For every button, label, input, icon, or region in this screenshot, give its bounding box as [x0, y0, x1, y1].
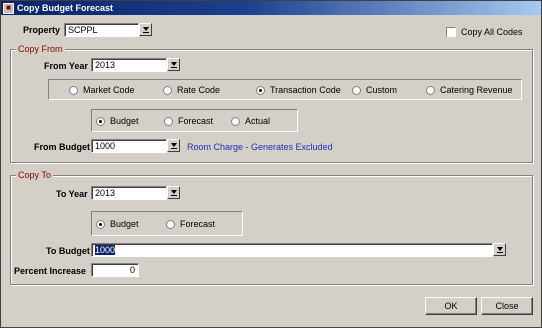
radio-dot[interactable]	[256, 85, 265, 95]
ok-button[interactable]: OK	[425, 297, 477, 315]
radio-dot[interactable]	[163, 85, 172, 95]
from-year-label: From Year	[44, 61, 88, 71]
to-budget-value: 1000	[95, 245, 116, 255]
radio-from-forecast[interactable]: Forecast	[164, 116, 213, 126]
radio-dot[interactable]	[96, 219, 105, 229]
radio-label: Catering Revenue	[440, 85, 513, 95]
property-dropdown-button[interactable]	[139, 23, 152, 36]
dropdown-arrow-icon	[170, 142, 177, 147]
title-bar[interactable]: ■ Copy Budget Forecast	[1, 1, 541, 15]
property-label: Property	[23, 25, 61, 35]
from-year-input[interactable]: 2013	[91, 58, 167, 72]
radio-to-forecast[interactable]: Forecast	[166, 219, 215, 229]
radio-label: Forecast	[178, 116, 214, 126]
from-budget-dropdown-button[interactable]	[167, 139, 180, 152]
radio-dot[interactable]	[426, 85, 435, 95]
copy-all-codes-checkbox[interactable]: Copy All Codes	[446, 27, 523, 37]
radio-rate-code[interactable]: Rate Code	[163, 85, 220, 95]
ok-button-label: OK	[444, 301, 458, 311]
property-input[interactable]: SCPPL	[64, 23, 139, 37]
dropdown-arrow-icon	[170, 189, 177, 194]
dropdown-arrow-icon	[170, 61, 177, 66]
radio-dot[interactable]	[352, 85, 361, 95]
to-budget-input[interactable]: 1000	[91, 243, 493, 257]
radio-dot[interactable]	[96, 116, 105, 126]
radio-dot[interactable]	[69, 85, 78, 95]
radio-from-budget[interactable]: Budget	[96, 116, 139, 126]
from-budget-input[interactable]: 1000	[91, 139, 167, 153]
from-year-dropdown-button[interactable]	[167, 58, 180, 71]
radio-to-budget[interactable]: Budget	[96, 219, 139, 229]
copy-to-title: Copy To	[16, 170, 53, 180]
window-title: Copy Budget Forecast	[17, 3, 114, 13]
close-button-label: Close	[495, 301, 519, 311]
percent-increase-label: Percent Increase	[14, 266, 87, 276]
dialog-window: ■ Copy Budget Forecast Property SCPPL Co…	[0, 0, 542, 328]
radio-label: Forecast	[180, 219, 216, 229]
copy-all-codes-label: Copy All Codes	[461, 27, 523, 37]
copy-to-group	[10, 175, 533, 285]
from-budget-label: From Budget	[34, 142, 90, 152]
radio-label: Transaction Code	[270, 85, 341, 95]
radio-label: Budget	[110, 219, 139, 229]
to-budget-label: To Budget	[46, 246, 90, 256]
to-year-label: To Year	[56, 189, 88, 199]
to-year-input[interactable]: 2013	[91, 186, 167, 200]
radio-dot[interactable]	[166, 219, 175, 229]
radio-market-code[interactable]: Market Code	[69, 85, 135, 95]
radio-label: Rate Code	[177, 85, 221, 95]
radio-label: Market Code	[83, 85, 135, 95]
radio-dot[interactable]	[164, 116, 173, 126]
checkbox-box[interactable]	[446, 27, 456, 37]
to-year-dropdown-button[interactable]	[167, 186, 180, 199]
radio-label: Budget	[110, 116, 139, 126]
radio-from-actual[interactable]: Actual	[231, 116, 270, 126]
percent-increase-input[interactable]: 0	[91, 263, 139, 277]
to-budget-dropdown-button[interactable]	[493, 243, 506, 256]
copy-from-title: Copy From	[16, 44, 65, 54]
radio-catering-revenue[interactable]: Catering Revenue	[426, 85, 513, 95]
radio-label: Custom	[366, 85, 398, 95]
radio-custom[interactable]: Custom	[352, 85, 397, 95]
from-budget-description: Room Charge - Generates Excluded	[187, 142, 333, 152]
radio-transaction-code[interactable]: Transaction Code	[256, 85, 341, 95]
radio-label: Actual	[245, 116, 271, 126]
close-button[interactable]: Close	[481, 297, 533, 315]
dropdown-arrow-icon	[496, 246, 503, 251]
dropdown-arrow-icon	[142, 26, 149, 31]
radio-dot[interactable]	[231, 116, 240, 126]
app-icon: ■	[3, 2, 14, 14]
